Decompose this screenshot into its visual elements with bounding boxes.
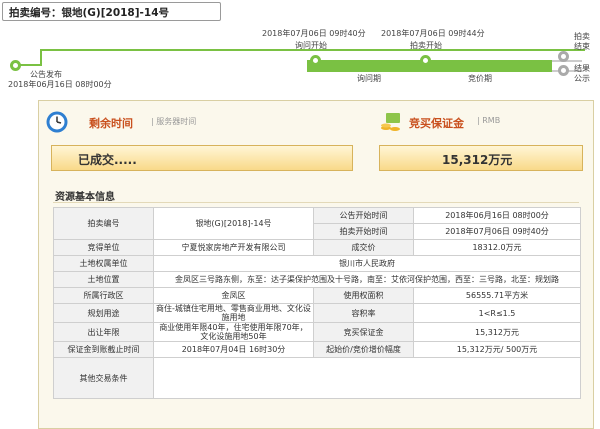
table-value: 2018年07月04日 16时30分 [153,341,314,358]
auction-end-label: 拍卖 结束 [574,32,590,51]
table-label: 使用权面积 [313,287,414,304]
table-label: 竞得单位 [53,239,154,256]
table-row: 拍卖编号 银地(G)[2018]-14号 公告开始时间 2018年06月16日 … [53,207,581,240]
table-value: 宁夏悦家房地产开发有限公司 [153,239,314,256]
table-label: 竞买保证金 [313,322,414,342]
table-row: 保证金到账截止时间 2018年07月04日 16时30分 起始价/竞价增价幅度 … [53,341,581,358]
table-label: 出让年限 [53,322,154,342]
auction-start-date: 2018年07月06日 09时44分 [381,29,485,38]
table-row: 竞得单位 宁夏悦家房地产开发有限公司 成交价 18312.0万元 [53,239,581,256]
table-label: 公告开始时间 [313,207,414,224]
table-value: 2018年06月16日 08时00分 [413,207,581,224]
table-value: 1<R≤1.5 [413,303,581,323]
inquiry-period-label: 询问期 [357,74,381,83]
money-icon [381,113,400,131]
bid-period-label: 竞价期 [468,74,492,83]
table-value: 金凤区 [153,287,314,304]
table-value: 2018年07月06日 09时40分 [413,223,581,240]
table-label: 成交价 [313,239,414,256]
resource-divider [53,202,579,203]
table-value: 银地(G)[2018]-14号 [153,207,314,240]
deposit-title: 竞买保证金 [409,117,464,130]
table-row: 所属行政区 金凤区 使用权面积 56555.71平方米 [53,287,581,304]
table-value: 15,312万元 [413,322,581,342]
status-box: 已成交..... [51,145,353,171]
server-time-label: | 服务器时间 [151,117,197,126]
remaining-time-title: 剩余时间 [89,117,133,130]
notice-date: 2018年06月16日 08时00分 [8,80,112,89]
table-label: 保证金到账截止时间 [53,341,154,358]
table-value: 商业使用年限40年，住宅使用年限70年，文化设施用地50年 [153,322,314,342]
resource-table: 拍卖编号 银地(G)[2018]-14号 公告开始时间 2018年06月16日 … [53,207,581,399]
deposit-amount: 15,312万元 [442,153,513,167]
table-value: 56555.71平方米 [413,287,581,304]
auction-number-bar: 拍卖编号：银地(G)[2018]-14号 [2,2,221,21]
table-row: 出让年限 商业使用年限40年，住宅使用年限70年，文化设施用地50年 竞买保证金… [53,322,581,342]
table-label: 规划用途 [53,303,154,323]
deposit-box: 15,312万元 [379,145,583,171]
table-value [153,357,581,399]
table-label: 容积率 [313,303,414,323]
table-label: 其他交易条件 [53,357,154,399]
resource-title: 资源基本信息 [55,192,115,203]
table-value: 金凤区三号路东侧，东至：达子渠保护范围及十号路，南至：艾依河保护范围，西至：三号… [153,271,581,288]
end-dot [558,51,569,62]
table-value: 18312.0万元 [413,239,581,256]
rmb-label: | RMB [477,116,501,125]
table-label: 拍卖开始时间 [313,223,414,240]
clock-icon [46,111,68,133]
table-label: 所属行政区 [53,287,154,304]
notice-dot [10,60,21,71]
table-value: 银川市人民政府 [153,255,581,272]
table-row: 土地位置 金凤区三号路东侧，东至：达子渠保护范围及十号路，南至：艾依河保护范围，… [53,271,581,288]
result-dot [558,65,569,76]
auction-detail-panel: 剩余时间 | 服务器时间 竞买保证金 | RMB 已成交..... 15,312… [38,100,594,429]
auction-number: 拍卖编号：银地(G)[2018]-14号 [9,7,170,19]
auction-start-label: 拍卖开始 [410,41,442,50]
table-label: 起始价/竞价增价幅度 [313,341,414,358]
table-label: 土地位置 [53,271,154,288]
table-value: 15,312万元/ 500万元 [413,341,581,358]
table-label: 土地权属单位 [53,255,154,272]
inquiry-start-label: 询问开始 [295,41,327,50]
timeline-left-connector [40,49,42,65]
result-publish-label: 结果 公示 [574,64,590,83]
table-row: 规划用途 商住-城镇住宅用地、零售商业用地、文化设施用地 容积率 1<R≤1.5 [53,303,581,323]
inquiry-start-date: 2018年07月06日 09时40分 [262,29,366,38]
status-text: 已成交..... [78,153,137,167]
table-label: 拍卖编号 [53,207,154,240]
table-row: 土地权属单位 银川市人民政府 [53,255,581,272]
table-value: 商住-城镇住宅用地、零售商业用地、文化设施用地 [153,303,314,323]
auction-timeline: 2018年07月06日 09时40分 询问开始 2018年07月06日 09时4… [0,26,600,98]
auction-dot [420,55,431,66]
inquiry-dot [310,55,321,66]
table-row: 其他交易条件 [53,357,581,399]
